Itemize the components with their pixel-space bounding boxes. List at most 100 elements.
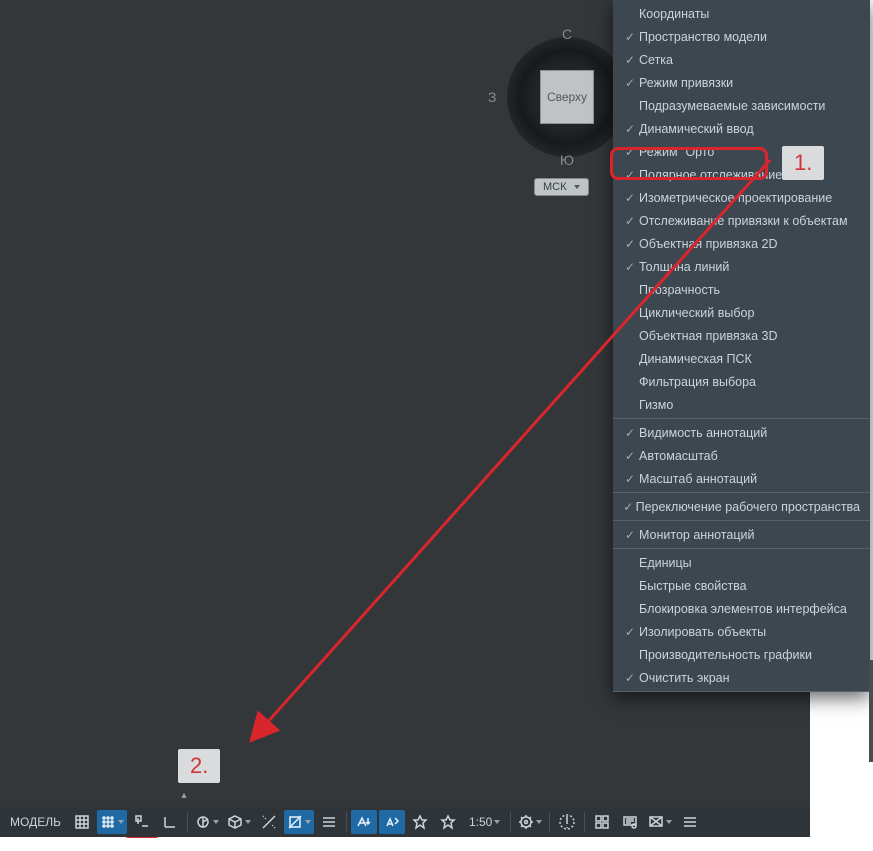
- menu-item[interactable]: Координаты: [613, 2, 870, 25]
- menu-item-label: Прозрачность: [639, 283, 860, 297]
- menu-item[interactable]: ✓Изометрическое проектирование: [613, 186, 870, 209]
- menu-item-label: Единицы: [639, 556, 860, 570]
- scrollbar-thumb[interactable]: [869, 660, 873, 762]
- separator: [510, 812, 511, 832]
- menu-item[interactable]: Фильтрация выбора: [613, 370, 870, 393]
- workspace-switch-button[interactable]: [515, 810, 545, 834]
- menu-item[interactable]: ✓Пространство модели: [613, 25, 870, 48]
- status-bar: МОДЕЛЬ 1:50: [0, 807, 810, 837]
- menu-item[interactable]: ✓Масштаб аннотаций: [613, 467, 870, 490]
- check-icon: ✓: [621, 237, 639, 251]
- menu-item[interactable]: Гизмо: [613, 393, 870, 416]
- menu-item-label: Режим привязки: [639, 76, 860, 90]
- menu-item-label: Фильтрация выбора: [639, 375, 860, 389]
- separator: [549, 812, 550, 832]
- menu-item[interactable]: ✓Автомасштаб: [613, 444, 870, 467]
- menu-item[interactable]: ✓Толщина линий: [613, 255, 870, 278]
- polar-tracking-button[interactable]: [192, 810, 222, 834]
- annotation-visibility-button[interactable]: [351, 810, 377, 834]
- menu-item-label: Подразумеваемые зависимости: [639, 99, 860, 113]
- ucs-label: МСК: [543, 181, 567, 193]
- menu-item[interactable]: Производительность графики: [613, 643, 870, 666]
- menu-item[interactable]: Прозрачность: [613, 278, 870, 301]
- menu-item-label: Объектная привязка 2D: [639, 237, 860, 251]
- check-icon: ✓: [621, 168, 639, 182]
- menu-item[interactable]: Динамическая ПСК: [613, 347, 870, 370]
- menu-item[interactable]: ✓Сетка: [613, 48, 870, 71]
- menu-item[interactable]: ✓Режим привязки: [613, 71, 870, 94]
- annotation-monitor-button[interactable]: [554, 810, 580, 834]
- annotation-scale-1-button[interactable]: [407, 810, 433, 834]
- menu-item[interactable]: ✓Монитор аннотаций: [613, 523, 870, 546]
- menu-item-label: Сетка: [639, 53, 860, 67]
- annotation-scale-dropdown[interactable]: 1:50: [463, 810, 506, 834]
- isometric-drafting-button[interactable]: [224, 810, 254, 834]
- menu-item-label: Гизмо: [639, 398, 860, 412]
- menu-item-label: Изолировать объекты: [639, 625, 860, 639]
- menu-item[interactable]: ✓Отслеживание привязки к объектам: [613, 209, 870, 232]
- menu-item[interactable]: ✓Полярное отслеживание: [613, 163, 870, 186]
- isolate-objects-button[interactable]: [589, 810, 615, 834]
- object-snap-tracking-button[interactable]: [256, 810, 282, 834]
- check-icon: ✓: [621, 53, 639, 67]
- menu-item-label: Быстрые свойства: [639, 579, 860, 593]
- menu-item-label: Полярное отслеживание: [639, 168, 860, 182]
- ucs-dropdown[interactable]: МСК: [534, 178, 589, 196]
- autoscale-button[interactable]: [379, 810, 405, 834]
- clean-screen-button[interactable]: [645, 810, 675, 834]
- menu-item-label: Толщина линий: [639, 260, 860, 274]
- menu-item[interactable]: ✓Динамический ввод: [613, 117, 870, 140]
- menu-item-label: Динамический ввод: [639, 122, 860, 136]
- check-icon: ✓: [621, 191, 639, 205]
- check-icon: ✓: [621, 472, 639, 486]
- menu-item-label: Видимость аннотаций: [639, 426, 860, 440]
- check-icon: ✓: [621, 449, 639, 463]
- check-icon: ✓: [621, 500, 636, 514]
- menu-item[interactable]: ✓Очистить экран: [613, 666, 870, 689]
- annotation-scale-2-button[interactable]: [435, 810, 461, 834]
- viewcube-south-label[interactable]: Ю: [560, 152, 574, 168]
- customize-menu-button[interactable]: [677, 810, 703, 834]
- viewcube-west-label[interactable]: З: [488, 89, 496, 105]
- menu-item[interactable]: Подразумеваемые зависимости: [613, 94, 870, 117]
- separator: [187, 812, 188, 832]
- menu-item-label: Пространство модели: [639, 30, 860, 44]
- check-icon: ✓: [621, 625, 639, 639]
- menu-item-label: Автомасштаб: [639, 449, 860, 463]
- menu-item-label: Динамическая ПСК: [639, 352, 860, 366]
- menu-item[interactable]: ✓Режим "Орто": [613, 140, 870, 163]
- menu-item[interactable]: Единицы: [613, 551, 870, 574]
- hardware-acceleration-button[interactable]: [617, 810, 643, 834]
- menu-item[interactable]: ✓Объектная привязка 2D: [613, 232, 870, 255]
- lineweight-button[interactable]: [316, 810, 342, 834]
- menu-scrollbar[interactable]: [869, 0, 873, 800]
- menu-item[interactable]: ✓Переключение рабочего пространства: [613, 495, 870, 518]
- menu-item[interactable]: Объектная привязка 3D: [613, 324, 870, 347]
- grid-display-button[interactable]: [69, 810, 95, 834]
- viewcube-top-face[interactable]: Сверху: [540, 70, 594, 124]
- check-icon: ✓: [621, 528, 639, 542]
- check-icon: ✓: [621, 145, 639, 159]
- model-space-button[interactable]: МОДЕЛЬ: [4, 810, 67, 834]
- expand-tray-icon[interactable]: ▴: [178, 790, 190, 802]
- menu-item[interactable]: Циклический выбор: [613, 301, 870, 324]
- dynamic-input-button[interactable]: [129, 810, 155, 834]
- menu-group: Единицы Быстрые свойства Блокировка элемен…: [613, 549, 870, 692]
- menu-group: ✓Переключение рабочего пространства: [613, 493, 870, 521]
- check-icon: ✓: [621, 260, 639, 274]
- ortho-mode-button[interactable]: [157, 810, 183, 834]
- statusbar-customize-menu[interactable]: Координаты✓Пространство модели✓Сетка✓Реж…: [613, 0, 870, 692]
- check-icon: ✓: [621, 671, 639, 685]
- check-icon: ✓: [621, 76, 639, 90]
- menu-item-label: Изометрическое проектирование: [639, 191, 860, 205]
- viewcube-north-label[interactable]: С: [562, 26, 572, 42]
- menu-item[interactable]: Блокировка элементов интерфейса: [613, 597, 870, 620]
- menu-item[interactable]: ✓Видимость аннотаций: [613, 421, 870, 444]
- menu-group: Координаты✓Пространство модели✓Сетка✓Реж…: [613, 0, 870, 419]
- check-icon: ✓: [621, 122, 639, 136]
- menu-item[interactable]: Быстрые свойства: [613, 574, 870, 597]
- snap-mode-button[interactable]: [97, 810, 127, 834]
- menu-item-label: Масштаб аннотаций: [639, 472, 860, 486]
- menu-item[interactable]: ✓Изолировать объекты: [613, 620, 870, 643]
- object-snap-2d-button[interactable]: [284, 810, 314, 834]
